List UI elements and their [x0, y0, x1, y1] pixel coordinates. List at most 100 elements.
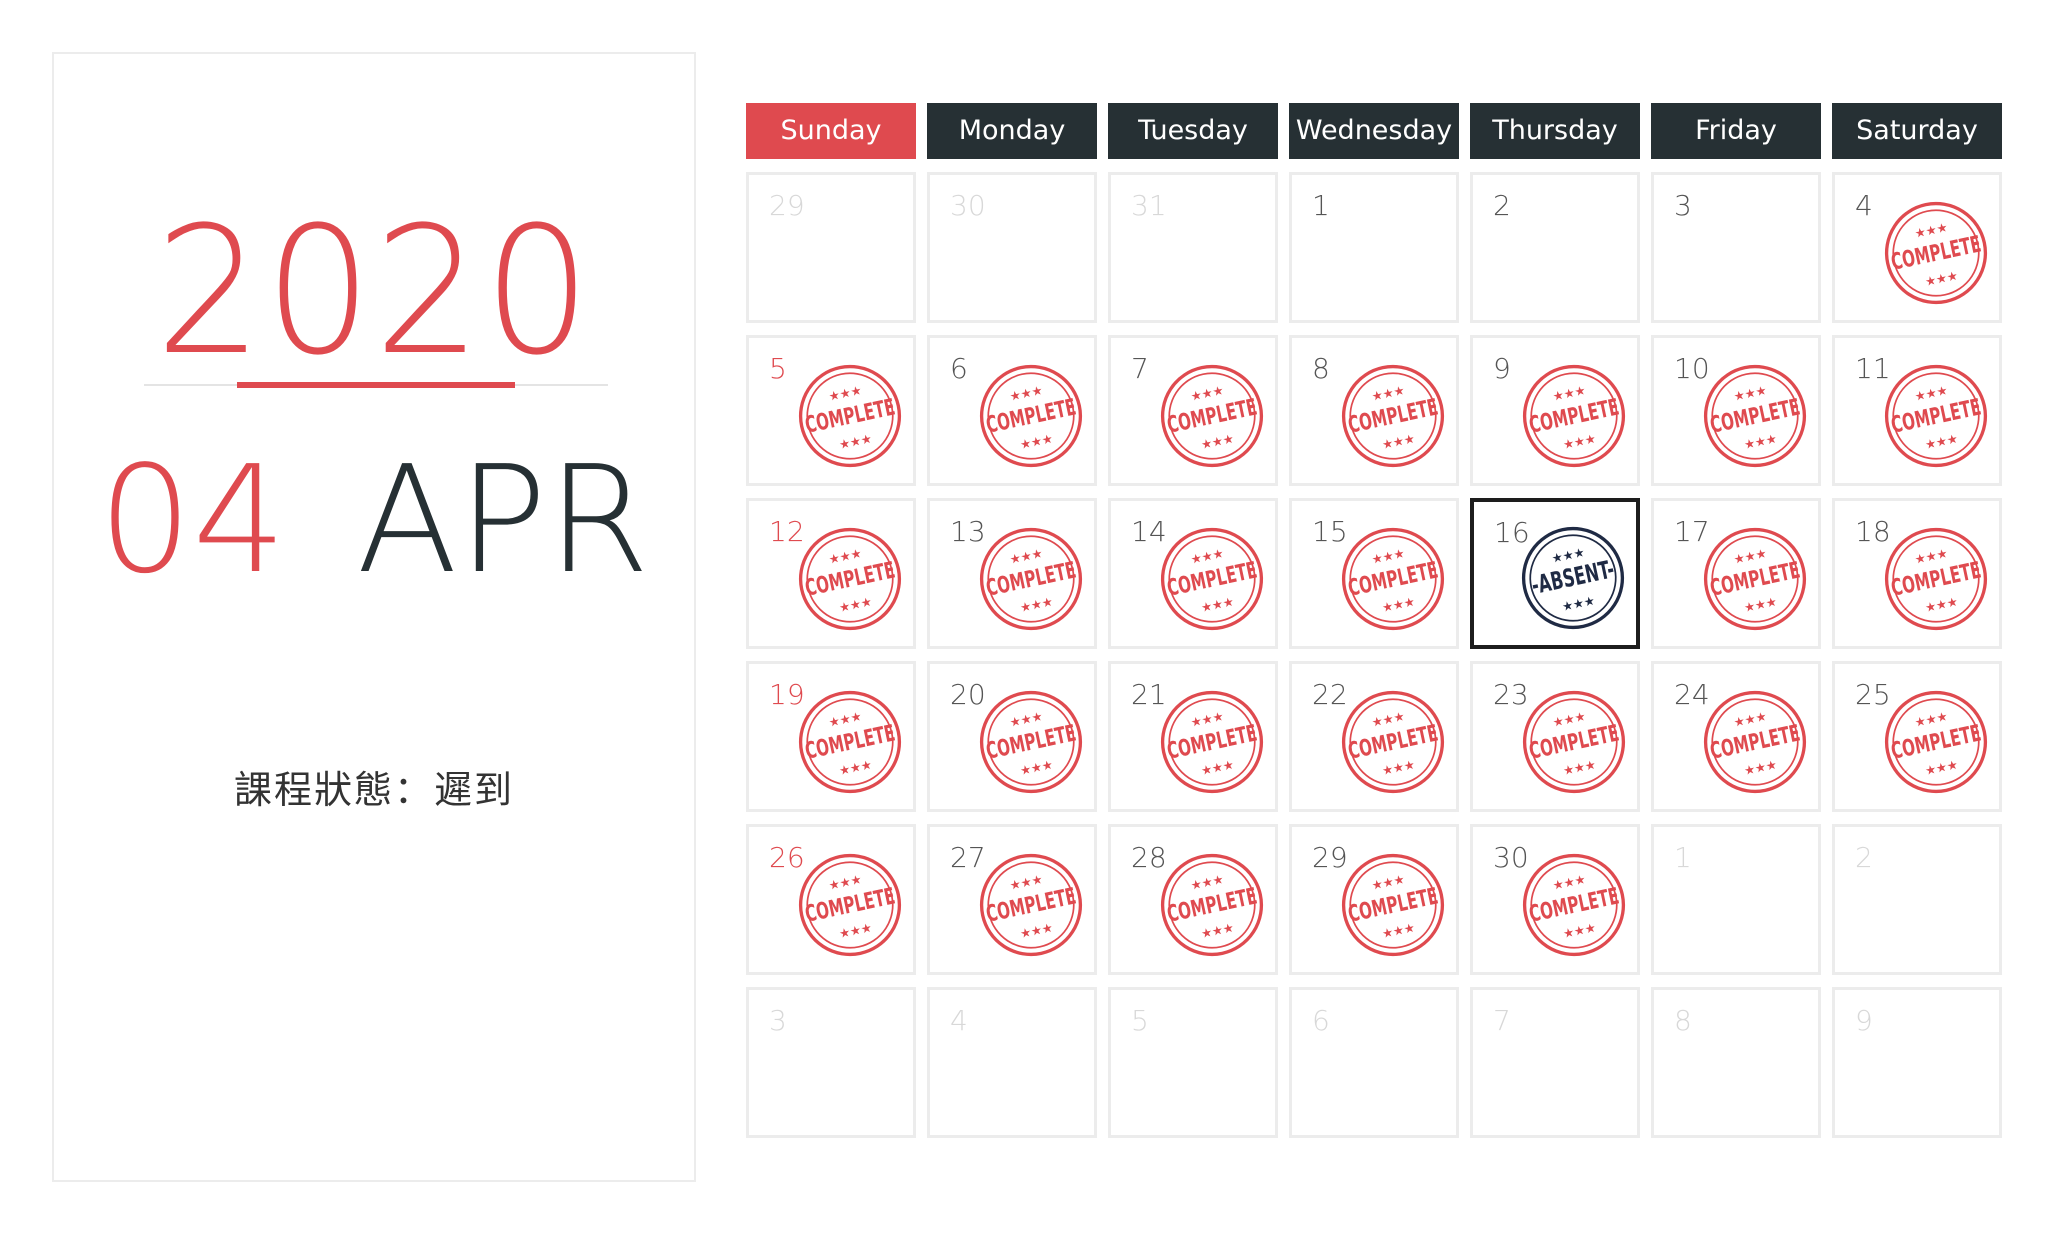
calendar-day[interactable]: 10 ★★★ COMPLETE ★★★ — [1651, 335, 1821, 486]
weekday-header-monday: Monday — [927, 103, 1097, 159]
calendar-day-outside-month[interactable]: 8 — [1651, 987, 1821, 1138]
calendar-day[interactable]: 30 ★★★ COMPLETE ★★★ — [1470, 824, 1640, 975]
calendar-day[interactable]: 28 ★★★ COMPLETE ★★★ — [1108, 824, 1278, 975]
calendar-day[interactable]: 24 ★★★ COMPLETE ★★★ — [1651, 661, 1821, 812]
calendar-day[interactable]: 26 ★★★ COMPLETE ★★★ — [746, 824, 916, 975]
calendar-day[interactable]: 7 ★★★ COMPLETE ★★★ — [1108, 335, 1278, 486]
calendar-day[interactable]: 6 ★★★ COMPLETE ★★★ — [927, 335, 1097, 486]
svg-text:★★★: ★★★ — [1381, 595, 1416, 616]
svg-text:★★★: ★★★ — [1009, 872, 1044, 893]
day-number: 9 — [1493, 352, 1511, 385]
calendar-day[interactable]: 8 ★★★ COMPLETE ★★★ — [1289, 335, 1459, 486]
calendar-day[interactable]: 2 — [1470, 172, 1640, 323]
svg-text:COMPLETE: COMPLETE — [803, 394, 898, 438]
calendar-day[interactable]: 23 ★★★ COMPLETE ★★★ — [1470, 661, 1640, 812]
calendar-day[interactable]: 1 — [1289, 172, 1459, 323]
calendar-day[interactable]: 9 ★★★ COMPLETE ★★★ — [1470, 335, 1640, 486]
complete-stamp-icon: ★★★ COMPLETE ★★★ — [1336, 522, 1450, 636]
svg-text:COMPLETE: COMPLETE — [1889, 394, 1984, 438]
attendance-calendar: Sunday Monday Tuesday Wednesday Thursday Frid… — [746, 103, 2002, 1138]
day-number: 8 — [1312, 352, 1330, 385]
complete-stamp-icon: ★★★ COMPLETE ★★★ — [793, 848, 907, 962]
calendar-day-outside-month[interactable]: 2 — [1832, 824, 2002, 975]
day-number: 31 — [1131, 189, 1167, 222]
day-number: 5 — [769, 352, 787, 385]
calendar-day-outside-month[interactable]: 3 — [746, 987, 916, 1138]
complete-stamp-icon: ★★★ COMPLETE ★★★ — [1879, 359, 1993, 473]
svg-text:★★★: ★★★ — [1743, 758, 1778, 779]
complete-stamp-icon: ★★★ COMPLETE ★★★ — [1879, 685, 1993, 799]
complete-stamp-icon: ★★★ COMPLETE ★★★ — [1879, 196, 1993, 310]
svg-text:★★★: ★★★ — [1019, 432, 1054, 453]
svg-text:★★★: ★★★ — [1552, 383, 1587, 404]
calendar-day[interactable]: 22 ★★★ COMPLETE ★★★ — [1289, 661, 1459, 812]
complete-stamp-icon: ★★★ COMPLETE ★★★ — [1155, 848, 1269, 962]
svg-text:COMPLETE: COMPLETE — [1708, 720, 1803, 764]
calendar-day[interactable]: 11 ★★★ COMPLETE ★★★ — [1832, 335, 2002, 486]
svg-text:★★★: ★★★ — [1190, 872, 1225, 893]
svg-text:★★★: ★★★ — [1733, 546, 1768, 567]
svg-text:★★★: ★★★ — [1381, 758, 1416, 779]
complete-stamp-icon: ★★★ COMPLETE ★★★ — [1336, 848, 1450, 962]
calendar-day[interactable]: 5 ★★★ COMPLETE ★★★ — [746, 335, 916, 486]
calendar-day-outside-month[interactable]: 9 — [1832, 987, 2002, 1138]
calendar-day[interactable]: 16 ★★★ -ABSENT- ★★★ — [1470, 498, 1640, 649]
calendar-day[interactable]: 19 ★★★ COMPLETE ★★★ — [746, 661, 916, 812]
calendar-day[interactable]: 18 ★★★ COMPLETE ★★★ — [1832, 498, 2002, 649]
complete-stamp-icon: ★★★ COMPLETE ★★★ — [1698, 685, 1812, 799]
svg-text:★★★: ★★★ — [1371, 709, 1406, 730]
calendar-day[interactable]: 12 ★★★ COMPLETE ★★★ — [746, 498, 916, 649]
calendar-day-outside-month[interactable]: 1 — [1651, 824, 1821, 975]
svg-text:COMPLETE: COMPLETE — [1889, 231, 1984, 275]
svg-text:★★★: ★★★ — [1371, 383, 1406, 404]
calendar-day-outside-month[interactable]: 4 — [927, 987, 1097, 1138]
svg-text:COMPLETE: COMPLETE — [984, 557, 1079, 601]
calendar-day[interactable]: 14 ★★★ COMPLETE ★★★ — [1108, 498, 1278, 649]
calendar-day-outside-month[interactable]: 6 — [1289, 987, 1459, 1138]
calendar-day[interactable]: 27 ★★★ COMPLETE ★★★ — [927, 824, 1097, 975]
complete-stamp-icon: ★★★ COMPLETE ★★★ — [974, 522, 1088, 636]
calendar-day[interactable]: 25 ★★★ COMPLETE ★★★ — [1832, 661, 2002, 812]
svg-text:COMPLETE: COMPLETE — [1889, 557, 1984, 601]
day-number: 2 — [1493, 189, 1511, 222]
complete-stamp-icon: ★★★ COMPLETE ★★★ — [1155, 359, 1269, 473]
day-number: 7 — [1493, 1004, 1511, 1037]
svg-text:★★★: ★★★ — [1371, 546, 1406, 567]
calendar-day-outside-month[interactable]: 7 — [1470, 987, 1640, 1138]
svg-text:COMPLETE: COMPLETE — [1165, 720, 1260, 764]
svg-text:COMPLETE: COMPLETE — [803, 720, 898, 764]
day-number: 2 — [1855, 841, 1873, 874]
weekday-header-sunday: Sunday — [746, 103, 916, 159]
day-number: 4 — [1855, 189, 1873, 222]
complete-stamp-icon: ★★★ COMPLETE ★★★ — [974, 848, 1088, 962]
calendar-day[interactable]: 21 ★★★ COMPLETE ★★★ — [1108, 661, 1278, 812]
complete-stamp-icon: ★★★ COMPLETE ★★★ — [793, 359, 907, 473]
calendar-day[interactable]: 4 ★★★ COMPLETE ★★★ — [1832, 172, 2002, 323]
month-name: APR — [356, 434, 650, 606]
calendar-day[interactable]: 3 — [1651, 172, 1821, 323]
svg-text:COMPLETE: COMPLETE — [1346, 557, 1441, 601]
calendar-day[interactable]: 13 ★★★ COMPLETE ★★★ — [927, 498, 1097, 649]
day-number: 9 — [1855, 1004, 1873, 1037]
calendar-day-outside-month[interactable]: 5 — [1108, 987, 1278, 1138]
day-number: 1 — [1312, 189, 1330, 222]
calendar-day[interactable]: 15 ★★★ COMPLETE ★★★ — [1289, 498, 1459, 649]
svg-text:COMPLETE: COMPLETE — [984, 394, 1079, 438]
svg-text:COMPLETE: COMPLETE — [1346, 720, 1441, 764]
month-display: 04 APR — [54, 446, 694, 594]
svg-text:★★★: ★★★ — [838, 758, 873, 779]
svg-text:★★★: ★★★ — [1200, 921, 1235, 942]
calendar-day-outside-month[interactable]: 30 — [927, 172, 1097, 323]
svg-text:★★★: ★★★ — [1200, 758, 1235, 779]
svg-text:COMPLETE: COMPLETE — [984, 883, 1079, 927]
svg-text:★★★: ★★★ — [828, 383, 863, 404]
calendar-day[interactable]: 29 ★★★ COMPLETE ★★★ — [1289, 824, 1459, 975]
calendar-day-outside-month[interactable]: 29 — [746, 172, 916, 323]
svg-text:★★★: ★★★ — [1743, 595, 1778, 616]
calendar-day[interactable]: 20 ★★★ COMPLETE ★★★ — [927, 661, 1097, 812]
svg-text:★★★: ★★★ — [828, 709, 863, 730]
complete-stamp-icon: ★★★ COMPLETE ★★★ — [974, 359, 1088, 473]
svg-text:★★★: ★★★ — [1562, 921, 1597, 942]
calendar-day[interactable]: 17 ★★★ COMPLETE ★★★ — [1651, 498, 1821, 649]
calendar-day-outside-month[interactable]: 31 — [1108, 172, 1278, 323]
